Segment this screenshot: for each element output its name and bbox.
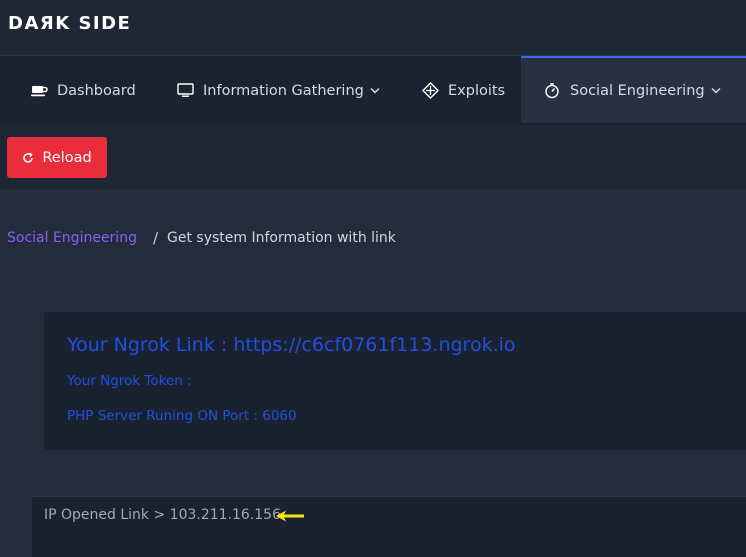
reload-button[interactable]: Reload (7, 137, 107, 178)
app-logo[interactable]: DAЯK SIDE (8, 13, 131, 34)
ngrok-token-line: Your Ngrok Token : (67, 373, 192, 389)
refresh-icon (22, 152, 34, 164)
breadcrumb-parent-link[interactable]: Social Engineering (7, 230, 137, 246)
ngrok-info-card: Your Ngrok Link : https://c6cf0761f113.n… (44, 312, 746, 450)
coffee-cup-icon (30, 82, 48, 100)
nav-label-exploits: Exploits (448, 82, 506, 99)
top-bar: DAЯK SIDE (0, 0, 746, 56)
stopwatch-icon (543, 82, 561, 100)
ip-opened-link-text: IP Opened Link > 103.211.16.156 (44, 507, 281, 523)
breadcrumb: Social Engineering / Get system Informat… (7, 229, 396, 247)
nav-item-information-gathering[interactable]: Information Gathering (176, 56, 380, 125)
ngrok-link-title[interactable]: Your Ngrok Link : https://c6cf0761f113.n… (67, 334, 516, 356)
arrow-left-icon (274, 508, 306, 527)
nav-item-social-engineering[interactable]: Social Engineering (521, 56, 746, 123)
chevron-down-icon (711, 87, 721, 94)
breadcrumb-separator: / (152, 229, 159, 247)
reload-label: Reload (42, 149, 92, 166)
chevron-down-icon (370, 87, 380, 94)
nav-item-dashboard[interactable]: Dashboard (30, 56, 136, 125)
output-panel: IP Opened Link > 103.211.16.156 (32, 496, 746, 557)
php-server-line: PHP Server Runing ON Port : 6060 (67, 408, 297, 424)
monitor-icon (176, 82, 194, 100)
nav-label-information-gathering: Information Gathering (203, 82, 364, 99)
main-nav: Dashboard Information Gathering Exploits (0, 56, 746, 125)
nav-label-social-engineering: Social Engineering (570, 82, 705, 99)
nav-label-dashboard: Dashboard (57, 82, 136, 99)
toolbar: Reload (0, 125, 746, 189)
crosshair-icon (421, 82, 439, 100)
breadcrumb-current: Get system Information with link (167, 230, 396, 246)
nav-item-exploits[interactable]: Exploits (421, 56, 505, 125)
